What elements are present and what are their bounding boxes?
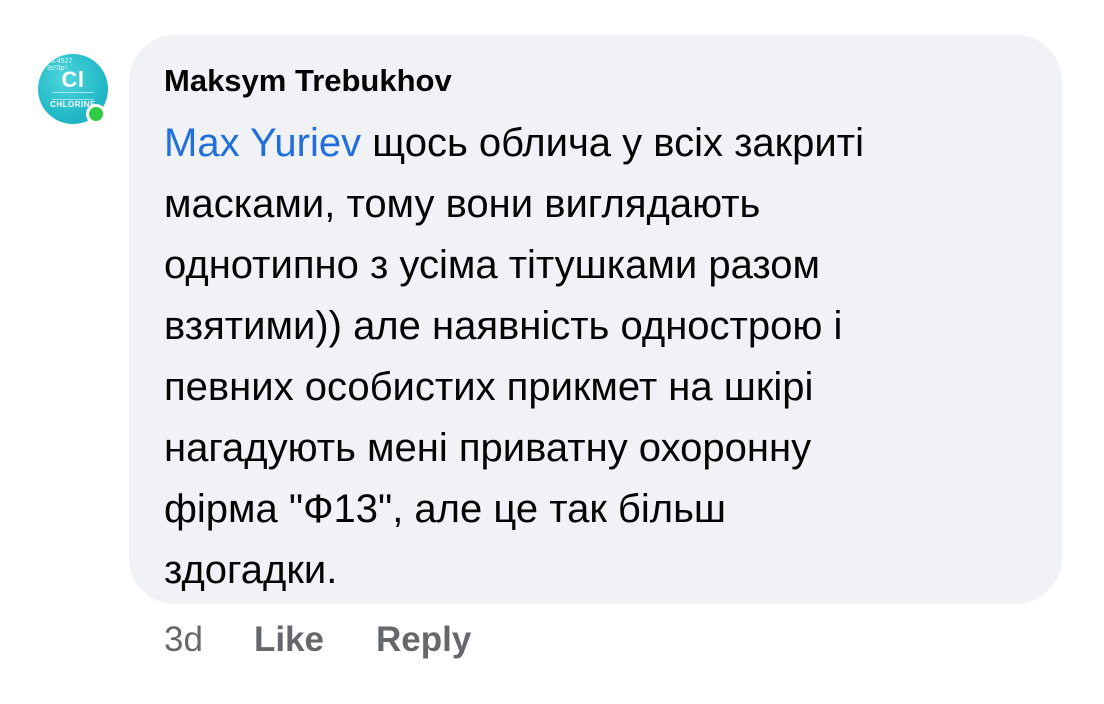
- online-status-icon: [86, 104, 106, 124]
- comment-line: фірма "Ф13", але це так більш: [164, 487, 726, 531]
- comment-author-link[interactable]: Maksym Trebukhov: [164, 63, 452, 99]
- comment-bubble: Maksym Trebukhov Max Yuriev щось облича …: [129, 35, 1062, 604]
- comment-line: певних особистих прикмет на шкірі: [164, 365, 814, 409]
- comment-line: однотипно з усіма тітушками разом: [164, 243, 821, 287]
- comment-line: Max Yuriev щось облича у всіх закриті: [164, 113, 1034, 174]
- comment-line: взятими)) але наявність однострою і: [164, 304, 843, 348]
- comment-text: Max Yuriev щось облича у всіх закриті ма…: [164, 113, 1034, 601]
- comment-line: масками, тому вони виглядають: [164, 182, 761, 226]
- comment-container: 35.4527 3s²3p⁵ Cl CHLORINE Maksym Trebuk…: [0, 0, 1104, 704]
- comment-line-text: щось облича у всіх закриті: [361, 121, 864, 165]
- avatar-decoration: [52, 92, 94, 100]
- comment-line: нагадують мені приватну охоронну: [164, 426, 812, 470]
- like-button[interactable]: Like: [254, 620, 324, 660]
- reply-button[interactable]: Reply: [376, 620, 471, 660]
- comment-line: здогадки.: [164, 548, 338, 592]
- mention-link[interactable]: Max Yuriev: [164, 121, 361, 165]
- comment-timestamp-link[interactable]: 3d: [164, 620, 203, 660]
- avatar-element-symbol: Cl: [61, 67, 85, 92]
- comment-actions: 3d Like Reply: [164, 618, 471, 662]
